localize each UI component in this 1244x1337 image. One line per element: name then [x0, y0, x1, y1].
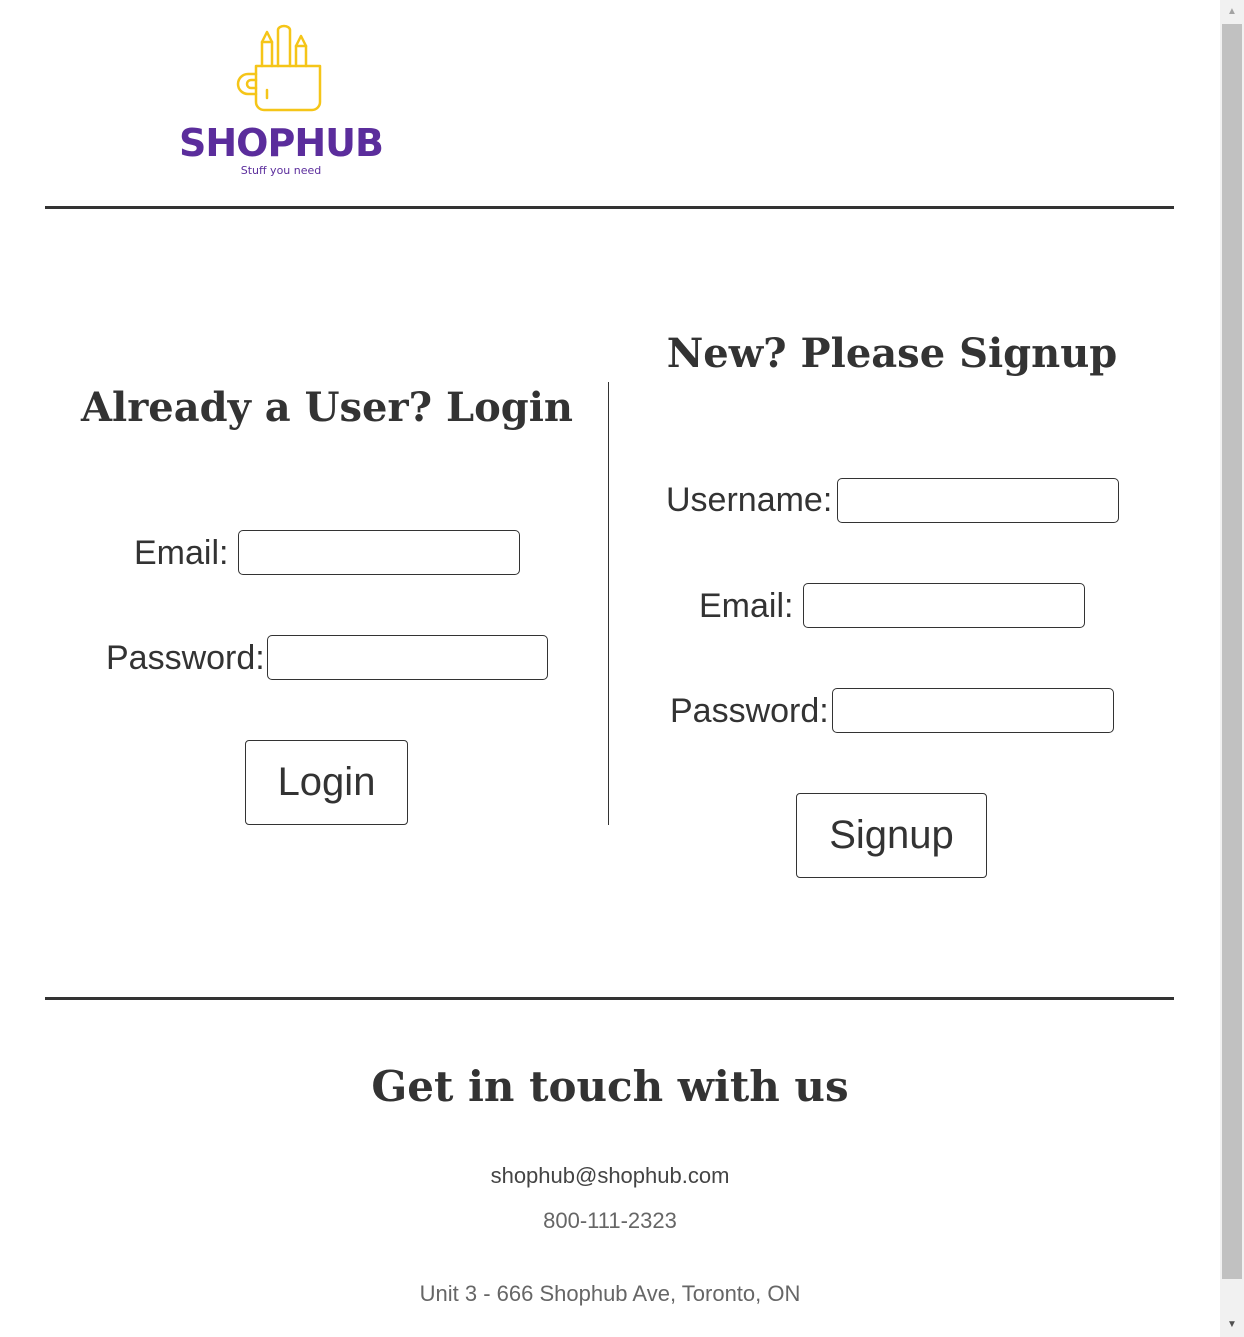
- scroll-up-arrow-icon[interactable]: ▲: [1220, 0, 1244, 24]
- signup-username-input[interactable]: [837, 478, 1119, 523]
- login-email-input[interactable]: [238, 530, 520, 575]
- vertical-scrollbar[interactable]: ▲ ▼: [1220, 0, 1244, 1337]
- brand-tagline: Stuff you need: [240, 164, 322, 177]
- signup-email-input[interactable]: [803, 583, 1085, 628]
- login-heading: Already a User? Login: [81, 384, 573, 431]
- contact-heading: Get in touch with us: [371, 1062, 849, 1111]
- brand-name: SHOPHUB: [179, 121, 384, 165]
- signup-password-input[interactable]: [832, 688, 1114, 733]
- signup-button[interactable]: Signup: [796, 793, 987, 878]
- login-button[interactable]: Login: [245, 740, 408, 825]
- login-password-input[interactable]: [267, 635, 548, 680]
- pencil-cup-icon: [236, 24, 322, 112]
- login-email-label: Email:: [134, 534, 229, 572]
- scrollbar-thumb[interactable]: [1222, 24, 1242, 1279]
- login-password-label: Password:: [106, 639, 265, 677]
- signup-username-label: Username:: [666, 481, 833, 519]
- header-divider: [45, 206, 1174, 209]
- signup-password-label: Password:: [670, 692, 829, 730]
- contact-address: Unit 3 - 666 Shophub Ave, Toronto, ON: [419, 1281, 801, 1306]
- signup-email-label: Email:: [699, 587, 794, 625]
- section-divider: [608, 382, 609, 825]
- contact-phone: 800-111-2323: [543, 1208, 677, 1233]
- footer-divider: [45, 997, 1174, 1000]
- scroll-down-arrow-icon[interactable]: ▼: [1220, 1313, 1244, 1337]
- shophub-logo[interactable]: SHOPHUB Stuff you need: [178, 22, 384, 182]
- contact-email[interactable]: shophub@shophub.com: [0, 1163, 1220, 1189]
- signup-heading: New? Please Signup: [666, 330, 1118, 377]
- page: SHOPHUB Stuff you need Already a User? L…: [0, 0, 1220, 1337]
